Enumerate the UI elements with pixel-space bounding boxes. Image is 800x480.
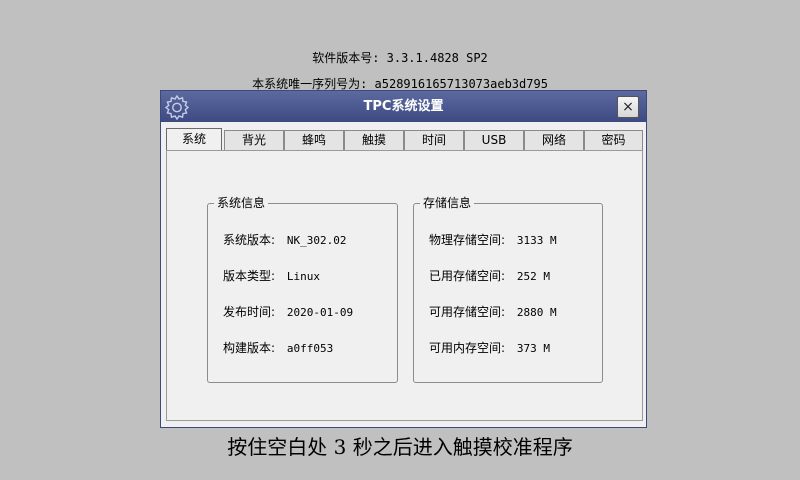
info-label: 构建版本: bbox=[223, 341, 276, 355]
tab-touch[interactable]: 触摸 bbox=[344, 130, 404, 150]
release-date-row: 发布时间: 2020-01-09 bbox=[223, 304, 353, 321]
tab-system[interactable]: 系统 bbox=[166, 128, 222, 151]
info-value: 2880 M bbox=[516, 306, 557, 319]
dialog-titlebar: TPC系统设置 × bbox=[161, 91, 646, 122]
tab-password[interactable]: 密码 bbox=[584, 130, 643, 150]
tab-network[interactable]: 网络 bbox=[524, 130, 584, 150]
free-storage-row: 可用存储空间: 2880 M bbox=[429, 304, 557, 321]
used-storage-row: 已用存储空间: 252 M bbox=[429, 268, 550, 285]
system-info-group: 系统信息 系统版本: NK_302.02 版本类型: Linux 发布时间: 2… bbox=[207, 195, 398, 383]
software-version-text: 软件版本号: 3.3.1.4828 SP2 bbox=[312, 51, 488, 65]
tab-buzzer[interactable]: 蜂鸣 bbox=[284, 130, 344, 150]
tab-backlight[interactable]: 背光 bbox=[224, 130, 284, 150]
info-label: 版本类型: bbox=[223, 269, 276, 283]
storage-info-group: 存储信息 物理存储空间: 3133 M 已用存储空间: 252 M 可用存储空间… bbox=[413, 195, 603, 383]
info-label: 可用存储空间: bbox=[429, 305, 506, 319]
info-value: 2020-01-09 bbox=[286, 306, 354, 319]
physical-storage-row: 物理存储空间: 3133 M bbox=[429, 232, 557, 249]
system-version-row: 系统版本: NK_302.02 bbox=[223, 232, 346, 249]
info-value: Linux bbox=[286, 270, 320, 283]
info-value: 252 M bbox=[516, 270, 550, 283]
close-button[interactable]: × bbox=[617, 96, 639, 118]
build-version-row: 构建版本: a0ff053 bbox=[223, 340, 333, 357]
info-value: a0ff053 bbox=[286, 342, 334, 355]
info-value: NK_302.02 bbox=[286, 234, 347, 247]
touch-calibration-hint: 按住空白处 3 秒之后进入触摸校准程序 bbox=[227, 435, 573, 459]
dialog-title: TPC系统设置 bbox=[363, 99, 444, 114]
system-info-title: 系统信息 bbox=[214, 195, 269, 211]
storage-info-title: 存储信息 bbox=[420, 195, 475, 211]
tab-usb[interactable]: USB bbox=[464, 130, 524, 150]
info-label: 可用内存空间: bbox=[429, 341, 506, 355]
free-memory-row: 可用内存空间: 373 M bbox=[429, 340, 550, 357]
tab-time[interactable]: 时间 bbox=[404, 130, 464, 150]
info-label: 已用存储空间: bbox=[429, 269, 506, 283]
info-value: 373 M bbox=[516, 342, 550, 355]
info-label: 发布时间: bbox=[223, 305, 276, 319]
info-label: 物理存储空间: bbox=[429, 233, 506, 247]
version-type-row: 版本类型: Linux bbox=[223, 268, 320, 285]
system-tab-panel: 系统信息 系统版本: NK_302.02 版本类型: Linux 发布时间: 2… bbox=[166, 150, 643, 421]
info-label: 系统版本: bbox=[223, 233, 276, 247]
tab-bar: 系统 背光 蜂鸣 触摸 时间 USB 网络 密码 bbox=[166, 128, 643, 151]
settings-dialog: TPC系统设置 × 系统 背光 蜂鸣 触摸 时间 USB 网络 密码 系统信息 … bbox=[160, 90, 647, 428]
info-value: 3133 M bbox=[516, 234, 557, 247]
